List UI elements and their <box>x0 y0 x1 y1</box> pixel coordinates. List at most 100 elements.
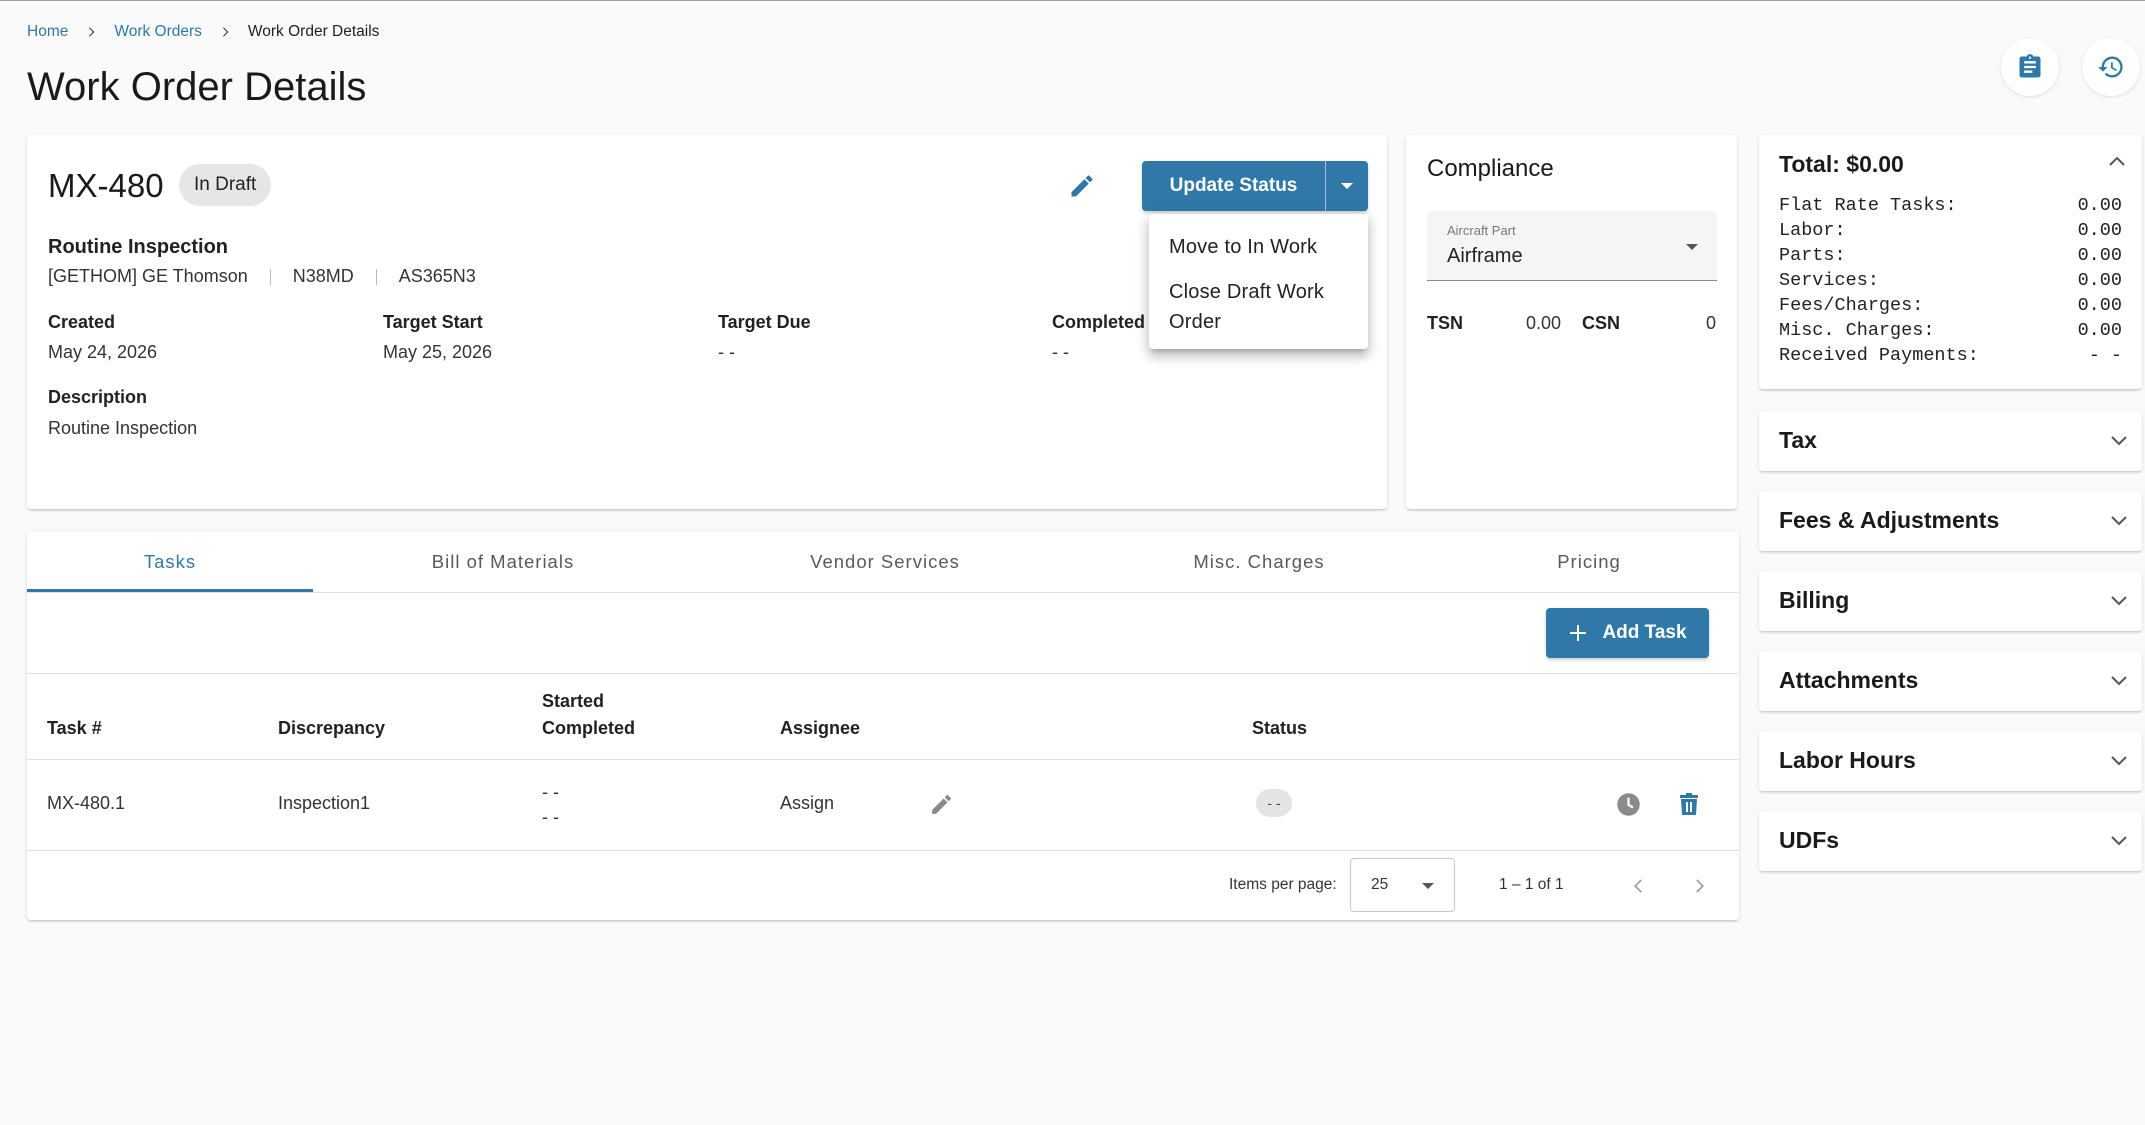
target-due-label: Target Due <box>718 312 811 332</box>
total-row: Services: 0.00 <box>1779 270 2122 291</box>
panel-labor-hours[interactable]: Labor Hours <box>1759 731 2142 791</box>
next-page-button[interactable] <box>1684 871 1714 901</box>
notes-button[interactable] <box>2001 38 2059 96</box>
column-header-status[interactable]: Status <box>1252 715 1307 742</box>
panel-attachments[interactable]: Attachments <box>1759 651 2142 711</box>
aircraft-model: AS365N3 <box>398 266 476 286</box>
aircraft-part-label: Aircraft Part <box>1447 223 1516 238</box>
breadcrumb: Home Work Orders Work Order Details <box>27 21 379 43</box>
target-start-label: Target Start <box>383 312 483 332</box>
plus-icon <box>1568 623 1588 643</box>
pencil-icon <box>1068 172 1096 200</box>
panel-fees-adjustments[interactable]: Fees & Adjustments <box>1759 491 2142 551</box>
target-start-value: May 25, 2026 <box>383 342 493 362</box>
add-task-label: Add Task <box>1602 622 1687 643</box>
update-status-button[interactable]: Update Status <box>1142 161 1325 211</box>
divider <box>27 673 1739 674</box>
breadcrumb-work-orders-link[interactable]: Work Orders <box>114 23 202 41</box>
panel-title: Billing <box>1779 587 1850 613</box>
divider <box>27 850 1739 851</box>
target-due-value: - - <box>718 342 735 362</box>
edit-work-order-button[interactable] <box>1064 168 1100 204</box>
completed-label: Completed <box>1052 312 1146 332</box>
items-per-page-label: Items per page: <box>1229 876 1337 893</box>
total-row-value: 0.00 <box>2077 320 2122 341</box>
caret-down-icon <box>1685 243 1699 251</box>
total-row-value: - - <box>2088 345 2122 366</box>
panel-billing[interactable]: Billing <box>1759 571 2142 631</box>
task-status-chip: - - <box>1256 789 1292 817</box>
menu-item-move-to-in-work[interactable]: Move to In Work <box>1149 232 1368 262</box>
chevron-left-icon <box>1629 876 1649 896</box>
total-row-label: Fees/Charges: <box>1779 295 1924 316</box>
total-row-value: 0.00 <box>2077 220 2122 241</box>
previous-page-button[interactable] <box>1624 871 1654 901</box>
clock-icon <box>1615 791 1642 818</box>
panel-tax[interactable]: Tax <box>1759 411 2142 471</box>
completed-value: - - <box>1052 342 1069 362</box>
task-number: MX-480.1 <box>47 793 126 813</box>
work-order-subject: Routine Inspection <box>48 236 228 258</box>
tab-tasks[interactable]: Tasks <box>27 532 313 592</box>
description-value: Routine Inspection <box>48 418 198 438</box>
clipboard-icon <box>2016 53 2044 81</box>
chevron-down-icon <box>2110 833 2128 851</box>
aircraft-meta: [GETHOM] GE Thomson N38MD AS365N3 <box>48 266 476 287</box>
chevron-down-icon <box>2110 433 2128 451</box>
total-row: Fees/Charges: 0.00 <box>1779 295 2122 316</box>
total-row: Received Payments: - - <box>1779 345 2122 366</box>
total-row-label: Misc. Charges: <box>1779 320 1935 341</box>
column-header-task-no[interactable]: Task # <box>47 715 102 742</box>
update-status-dropdown-toggle[interactable] <box>1326 161 1368 211</box>
chevron-up-icon[interactable] <box>2108 155 2126 167</box>
column-header-assignee[interactable]: Assignee <box>780 715 860 742</box>
total-row-value: 0.00 <box>2077 245 2122 266</box>
total-row-value: 0.00 <box>2077 295 2122 316</box>
aircraft-part-select[interactable]: Aircraft Part Airframe <box>1427 211 1717 281</box>
description-label: Description <box>48 387 148 407</box>
divider <box>269 268 271 285</box>
page-size-value: 25 <box>1371 876 1389 893</box>
total-row-label: Labor: <box>1779 220 1846 241</box>
add-task-button[interactable]: Add Task <box>1546 608 1709 658</box>
panel-title: Attachments <box>1779 667 1919 693</box>
total-row-label: Parts: <box>1779 245 1846 266</box>
tab-pricing[interactable]: Pricing <box>1446 532 1732 592</box>
caret-down-icon <box>1421 882 1435 890</box>
panel-title: Labor Hours <box>1779 747 1916 773</box>
tab-misc-charges[interactable]: Misc. Charges <box>1116 532 1402 592</box>
chevron-down-icon <box>2110 593 2128 611</box>
panel-title: Fees & Adjustments <box>1779 507 2000 533</box>
tab-vendor-services[interactable]: Vendor Services <box>742 532 1028 592</box>
panel-title: Tax <box>1779 427 1817 453</box>
menu-item-close-draft[interactable]: Close Draft Work Order <box>1149 277 1368 337</box>
chevron-right-icon <box>214 21 236 43</box>
work-order-number: MX-480 <box>48 167 164 204</box>
column-header-completed[interactable]: Completed <box>542 715 635 742</box>
page-title: Work Order Details <box>27 65 367 109</box>
column-header-started[interactable]: Started <box>542 688 604 715</box>
trash-icon <box>1678 792 1700 816</box>
chevron-down-icon <box>2110 513 2128 531</box>
assign-link[interactable]: Assign <box>780 791 834 816</box>
edit-assignee-button[interactable] <box>926 789 956 819</box>
log-time-button[interactable] <box>1613 789 1643 819</box>
compliance-title: Compliance <box>1427 155 1554 182</box>
created-value: May 24, 2026 <box>48 342 158 362</box>
column-header-discrepancy[interactable]: Discrepancy <box>278 715 385 742</box>
breadcrumb-home-link[interactable]: Home <box>27 23 68 41</box>
chevron-down-icon <box>2110 753 2128 771</box>
panel-title: UDFs <box>1779 827 1840 853</box>
total-row-value: 0.00 <box>2077 270 2122 291</box>
total-row: Parts: 0.00 <box>1779 245 2122 266</box>
page-size-select[interactable]: 25 <box>1350 858 1455 912</box>
total-row-label: Received Payments: <box>1779 345 1979 366</box>
history-button[interactable] <box>2082 38 2140 96</box>
tab-bill-of-materials[interactable]: Bill of Materials <box>360 532 646 592</box>
delete-task-button[interactable] <box>1674 789 1704 819</box>
panel-udfs[interactable]: UDFs <box>1759 811 2142 871</box>
divider <box>375 268 377 285</box>
csn-label: CSN <box>1582 313 1621 333</box>
total-amount[interactable]: Total: $0.00 <box>1779 151 1904 178</box>
tsn-label: TSN <box>1427 313 1463 333</box>
